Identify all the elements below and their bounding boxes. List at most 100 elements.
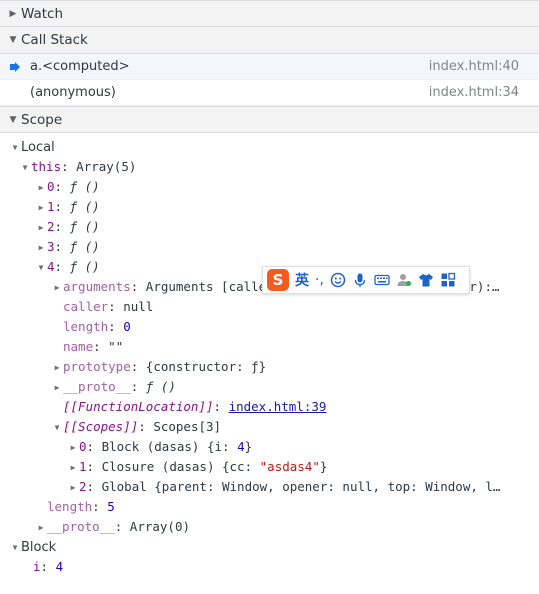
tree-node-prototype[interactable]: ▶ prototype: {constructor: ƒ} (0, 357, 539, 377)
expand-caret-icon: ▶ (38, 203, 44, 212)
tree-node-item[interactable]: ▶ 2: ƒ () (0, 217, 539, 237)
call-frame-name: a.<computed> (30, 59, 130, 74)
call-frame-name: (anonymous) (30, 85, 116, 100)
prop-value-number: 4 (237, 439, 245, 454)
tree-node-array-proto[interactable]: ▶ __proto__: Array(0) (0, 517, 539, 537)
prop-value: ƒ () (145, 379, 176, 394)
prop-key: arguments (63, 279, 131, 294)
prop-value-string: "asdas4" (259, 459, 320, 474)
tree-node-this[interactable]: ▼ this: Array(5) (0, 157, 539, 177)
tree-node-name: name: "" (63, 339, 124, 354)
keyboard-icon[interactable] (374, 272, 390, 288)
prop-key: length (47, 499, 93, 514)
expand-caret-icon: ▶ (54, 363, 60, 372)
prop-value: null (123, 299, 154, 314)
collapse-triangle-icon: ▼ (9, 35, 17, 45)
prop-key: caller (63, 299, 109, 314)
prop-key: __proto__ (47, 519, 115, 534)
prop-value-tail: } (244, 439, 253, 454)
expand-caret-icon: ▶ (70, 463, 76, 472)
prop-key: 2 (47, 219, 55, 234)
prop-value: Global {parent: Window, opener: null, to… (101, 479, 501, 494)
expand-caret-icon: ▶ (54, 283, 60, 292)
prop-value: "" (108, 339, 124, 354)
prop-value: {constructor: ƒ} (145, 359, 267, 374)
call-frame-row[interactable]: a.<computed> index.html:40 (0, 54, 539, 80)
emoji-icon[interactable] (330, 272, 346, 288)
expand-caret-icon: ▶ (38, 523, 44, 532)
collapse-caret-icon: ▼ (12, 143, 18, 152)
prop-key: 3 (47, 239, 55, 254)
tree-node-scopes[interactable]: ▼ [[Scopes]]: Scopes[3] (0, 417, 539, 437)
microphone-icon[interactable] (352, 272, 368, 288)
ime-punctuation-toggle[interactable]: ·, (315, 272, 324, 288)
prop-value: Array(5) (76, 159, 137, 174)
scope-tree: ▼ Local ▼ this: Array(5) ▶ 0: ƒ () ▶ 1: ƒ ()… (0, 133, 539, 577)
tree-node-array-length: length: 5 (47, 499, 115, 514)
call-frame-location-link[interactable]: index.html:40 (429, 59, 519, 74)
call-stack-section-header[interactable]: ▼ Call Stack (0, 27, 539, 54)
prop-key: 0 (79, 439, 87, 454)
prop-value: ƒ () (69, 199, 100, 214)
function-location-link[interactable]: index.html:39 (229, 399, 327, 414)
tree-node-block-i: i: 4 (33, 559, 64, 574)
prop-value: 5 (107, 499, 115, 514)
watch-title: Watch (21, 5, 64, 22)
tree-node-proto[interactable]: ▶ __proto__: ƒ () (0, 377, 539, 397)
tree-node-item[interactable]: ▶ 3: ƒ () (0, 237, 539, 257)
scope-section-header[interactable]: ▼ Scope (0, 106, 539, 133)
tree-node-scope-entry[interactable]: ▶ 2: Global {parent: Window, opener: null… (0, 477, 539, 497)
prop-value: ƒ () (69, 179, 100, 194)
scope-block-row[interactable]: ▼ Block (0, 537, 539, 557)
prop-value: Block (dasas) {i: (101, 439, 238, 454)
prop-value: Scopes[3] (153, 419, 222, 434)
prop-key: prototype (63, 359, 131, 374)
prop-key: name (63, 339, 94, 354)
scope-local-label: Local (21, 140, 55, 155)
prop-key: [[FunctionLocation]] (63, 399, 214, 414)
expand-caret-icon: ▶ (38, 243, 44, 252)
prop-key: __proto__ (63, 379, 131, 394)
expand-caret-icon: ▶ (38, 183, 44, 192)
scope-block-label: Block (21, 540, 57, 555)
watch-section-header[interactable]: ▶ Watch (0, 0, 539, 27)
skin-shirt-icon[interactable] (418, 272, 434, 288)
tree-node-caller: caller: null (63, 299, 154, 314)
tree-node-item[interactable]: ▶ 0: ƒ () (0, 177, 539, 197)
prop-key: 2 (79, 479, 87, 494)
prop-value: 4 (55, 559, 64, 574)
ime-language-toggle[interactable]: 英 (295, 270, 309, 290)
prop-key: this (31, 159, 62, 174)
prop-key: 0 (47, 179, 55, 194)
prop-value: Closure (dasas) {cc: (101, 459, 260, 474)
expand-caret-icon: ▶ (54, 383, 60, 392)
tree-node-scope-entry[interactable]: ▶ 0: Block (dasas) {i: 4} (0, 437, 539, 457)
prop-key: 1 (79, 459, 87, 474)
scope-title: Scope (21, 111, 63, 128)
prop-value: 0 (123, 319, 131, 334)
tree-node-length: length: 0 (63, 319, 131, 334)
prop-value: ƒ () (69, 239, 100, 254)
tree-node-item[interactable]: ▶ 1: ƒ () (0, 197, 539, 217)
call-frame-location-link[interactable]: index.html:34 (429, 85, 519, 100)
collapse-caret-icon: ▼ (54, 423, 60, 432)
prop-key: [[Scopes]] (63, 419, 139, 434)
expand-caret-icon: ▶ (70, 483, 76, 492)
call-frame-row[interactable]: (anonymous) index.html:34 (0, 80, 539, 106)
tree-node-function-location: [[FunctionLocation]]: index.html:39 (63, 399, 327, 414)
prop-key: length (63, 319, 109, 334)
collapse-triangle-icon: ▼ (9, 114, 17, 125)
sogou-logo-icon[interactable]: S (267, 269, 289, 291)
collapse-caret-icon: ▼ (38, 263, 44, 272)
ime-toolbar[interactable]: S 英 ·, (262, 266, 470, 294)
toolbox-grid-icon[interactable] (440, 272, 456, 288)
user-icon[interactable] (396, 272, 412, 288)
prop-key: i (33, 559, 41, 574)
tree-node-scope-entry[interactable]: ▶ 1: Closure (dasas) {cc: "asdas4"} (0, 457, 539, 477)
prop-value-tail: } (319, 459, 328, 474)
prop-value: Array(0) (129, 519, 191, 534)
prop-value: ƒ () (69, 219, 100, 234)
expand-triangle-icon: ▶ (9, 8, 17, 19)
scope-local-row[interactable]: ▼ Local (0, 137, 539, 157)
expand-caret-icon: ▶ (38, 223, 44, 232)
